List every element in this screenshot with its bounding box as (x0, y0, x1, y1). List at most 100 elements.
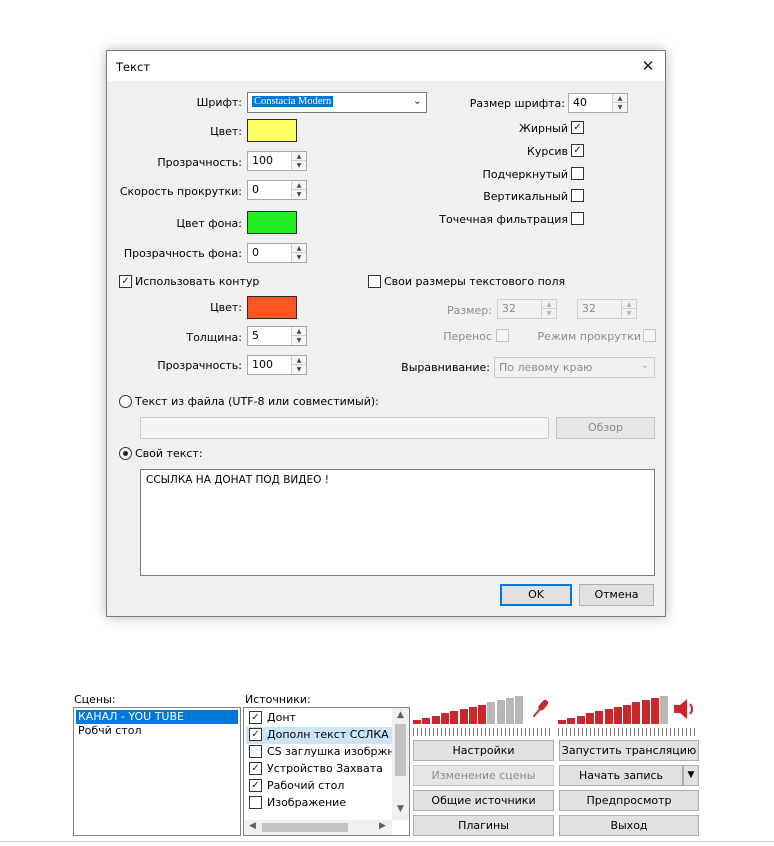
text-properties-dialog: Текст ✕ Шрифт: Constacia Modern ⌄ Размер… (106, 50, 666, 617)
spin-down-icon[interactable]: ▼ (613, 103, 627, 112)
scroll-up-icon[interactable]: ▲ (393, 710, 408, 720)
italic-checkbox[interactable]: ✓ (571, 144, 584, 157)
custom-text-area[interactable]: ССЫЛКА НА ДОНАТ ПОД ВИДЕО ! (140, 469, 655, 576)
spin-up-icon[interactable]: ▲ (292, 356, 306, 365)
scene-item[interactable]: Робчй стол (76, 724, 142, 738)
plugins-button[interactable]: Плагины (413, 815, 554, 836)
list-item[interactable]: ✓ Донт (246, 710, 392, 727)
cancel-button[interactable]: Отмена (579, 584, 654, 606)
ok-button[interactable]: OK (500, 584, 572, 606)
mic-volume-slider[interactable] (413, 728, 553, 736)
italic-label: Курсив (527, 145, 568, 158)
microphone-icon[interactable] (528, 696, 552, 722)
meter-bar (496, 700, 505, 724)
point-filter-checkbox[interactable] (571, 212, 584, 225)
opacity-value: 100 (252, 154, 273, 167)
bold-label: Жирный (518, 122, 568, 135)
vertical-checkbox[interactable] (571, 189, 584, 202)
status-divider (0, 841, 774, 842)
exit-button[interactable]: Выход (559, 815, 699, 836)
underline-checkbox[interactable] (571, 167, 584, 180)
custom-size-label: Свои размеры текстового поля (384, 275, 566, 288)
source-name: CS заглушка изобржне (267, 745, 402, 758)
source-checkbox[interactable] (249, 796, 262, 809)
mic-volume-meter (413, 694, 525, 724)
outline-opacity-label: Прозрачность: (157, 359, 242, 372)
preview-button[interactable]: Предпросмотр (559, 790, 699, 811)
bg-opacity-value: 0 (252, 246, 259, 259)
spin-down-icon[interactable]: ▼ (292, 253, 306, 262)
spin-down-icon[interactable]: ▼ (292, 365, 306, 374)
spin-down-icon: ▼ (622, 309, 636, 318)
wrap-checkbox[interactable] (496, 329, 509, 342)
list-item[interactable]: ✓ Рабочий стол (246, 778, 392, 795)
scroll-right-icon[interactable]: ▶ (375, 821, 390, 831)
start-record-button[interactable]: Начать запись (559, 765, 683, 786)
browse-button[interactable]: Обзор (556, 417, 655, 439)
font-size-spinner[interactable]: 40 ▲ ▼ (568, 93, 628, 113)
vertical-label: Вертикальный (483, 190, 568, 203)
thickness-spinner[interactable]: 5 ▲ ▼ (247, 326, 307, 346)
spin-up-icon[interactable]: ▲ (292, 327, 306, 336)
source-checkbox[interactable]: ✓ (249, 728, 262, 741)
bg-opacity-spinner[interactable]: 0 ▲ ▼ (247, 243, 307, 263)
source-name: Рабочий стол (267, 779, 345, 792)
use-outline-label: Использовать контур (135, 275, 260, 288)
bg-opacity-label: Прозрачность фона: (123, 247, 242, 260)
global-sources-button[interactable]: Общие источники (413, 790, 554, 811)
spin-up-icon[interactable]: ▲ (292, 181, 306, 190)
scroll-mode-checkbox[interactable] (643, 329, 656, 342)
spin-up-icon: ▲ (542, 300, 556, 309)
record-dropdown-icon[interactable]: ▼ (683, 765, 699, 786)
size-height-spinner[interactable]: 32 ▲ ▼ (577, 299, 637, 319)
edit-scene-button[interactable]: Изменение сцены (413, 765, 554, 786)
size-height-value: 32 (582, 302, 596, 315)
spin-down-icon[interactable]: ▼ (292, 190, 306, 199)
close-icon[interactable]: ✕ (637, 56, 659, 76)
list-item[interactable]: ✓ Дополн текст ССЛКА В (246, 727, 400, 744)
spin-down-icon[interactable]: ▼ (292, 336, 306, 345)
speaker-icon[interactable] (672, 697, 698, 721)
sources-hscrollbar[interactable]: ◀ ▶ (244, 820, 392, 835)
list-item[interactable]: Изображение (246, 795, 392, 812)
list-item[interactable]: ✓ Устройство Захвата (246, 761, 392, 778)
file-path-input[interactable] (140, 417, 549, 439)
use-outline-checkbox[interactable]: ✓ (119, 275, 132, 288)
meter-bar (558, 720, 566, 724)
align-select[interactable]: По левому краю ⌄ (494, 357, 655, 378)
from-file-radio[interactable] (119, 395, 132, 408)
scroll-left-icon[interactable]: ◀ (245, 821, 260, 831)
bg-color-swatch[interactable] (247, 211, 297, 234)
bold-checkbox[interactable]: ✓ (571, 121, 584, 134)
scroll-down-icon[interactable]: ▼ (393, 804, 408, 814)
custom-text-radio[interactable] (119, 447, 132, 460)
meter-bar (641, 700, 650, 724)
list-item[interactable]: CS заглушка изобржне (246, 744, 401, 761)
scene-item[interactable]: КАНАЛ - YOU TUBE (76, 710, 238, 724)
spin-up-icon[interactable]: ▲ (292, 244, 306, 253)
spin-up-icon[interactable]: ▲ (613, 94, 627, 103)
spin-down-icon: ▼ (542, 309, 556, 318)
scroll-thumb[interactable] (262, 823, 348, 832)
opacity-spinner[interactable]: 100 ▲ ▼ (247, 151, 307, 171)
scroll-speed-spinner[interactable]: 0 ▲ ▼ (247, 180, 307, 200)
custom-size-checkbox[interactable] (368, 275, 381, 288)
meter-bar (595, 711, 604, 724)
font-select[interactable]: Constacia Modern ⌄ (247, 92, 427, 113)
settings-button[interactable]: Настройки (413, 740, 554, 761)
start-stream-button[interactable]: Запустить трансляцию (559, 740, 699, 761)
source-checkbox[interactable]: ✓ (249, 779, 262, 792)
spin-up-icon[interactable]: ▲ (292, 152, 306, 161)
sources-vscrollbar[interactable]: ▲ ▼ (392, 708, 409, 820)
speaker-volume-slider[interactable] (558, 728, 698, 736)
outline-color-swatch[interactable] (247, 296, 297, 319)
scroll-thumb[interactable] (395, 724, 406, 776)
source-checkbox[interactable]: ✓ (249, 762, 262, 775)
font-value: Constacia Modern (252, 96, 334, 107)
source-checkbox[interactable] (249, 745, 262, 758)
size-width-spinner[interactable]: 32 ▲ ▼ (497, 299, 557, 319)
outline-opacity-spinner[interactable]: 100 ▲ ▼ (247, 355, 307, 375)
spin-down-icon[interactable]: ▼ (292, 161, 306, 170)
source-checkbox[interactable]: ✓ (249, 711, 262, 724)
text-color-swatch[interactable] (247, 119, 297, 142)
